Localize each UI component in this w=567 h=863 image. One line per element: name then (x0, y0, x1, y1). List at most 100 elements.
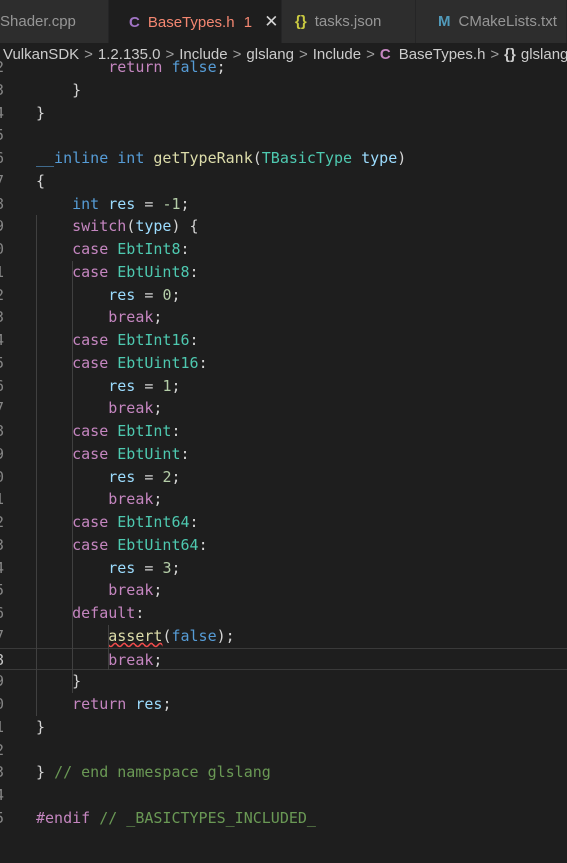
code-line[interactable]: 6 res = 1; (0, 375, 567, 398)
code-text: switch(type) { (72, 217, 199, 236)
code-line[interactable]: 6 default: (0, 602, 567, 625)
tab-bar: Shader.cpp C BaseTypes.h 1 ✕ {} tasks.json… (0, 0, 567, 43)
line-number: 9 (0, 215, 7, 238)
line-number: 2 (0, 739, 7, 762)
code-line[interactable]: 3 } (0, 79, 567, 102)
code-text: res = 0; (108, 285, 181, 304)
line-number: 1 (0, 716, 7, 739)
code-line[interactable]: 6 __inline int getTypeRank(TBasicType typ… (0, 147, 567, 170)
code-line[interactable]: 8 break; (0, 647, 567, 671)
line-number: 6 (0, 147, 7, 170)
code-text: break; (108, 399, 163, 418)
line-number: 2 (0, 511, 7, 534)
code-line[interactable]: 9 case EbtUint: (0, 443, 567, 466)
code-line[interactable]: 3} // end namespace glslang (0, 761, 567, 784)
tab-label: Shader.cpp (0, 13, 76, 30)
code-editor[interactable]: 2 return false;3 }4}56__inline int getTy… (0, 56, 567, 863)
code-text: case EbtUint: (72, 444, 190, 463)
code-text: break; (108, 490, 163, 509)
code-line[interactable]: 2 res = 0; (0, 284, 567, 307)
tab-tasks-json[interactable]: {} tasks.json (282, 0, 416, 43)
tab-label: tasks.json (314, 13, 382, 30)
code-line[interactable]: 4} (0, 102, 567, 125)
line-number: 3 (0, 306, 7, 329)
code-line[interactable]: 4 (0, 784, 567, 807)
code-line[interactable]: 2 (0, 739, 567, 762)
code-text: #endif // _BASICTYPES_INCLUDED_ (36, 808, 316, 827)
code-text: __inline int getTypeRank(TBasicType type… (36, 149, 407, 167)
line-number: 3 (0, 534, 7, 557)
code-text: case EbtInt8: (72, 240, 190, 258)
code-text: assert(false); (108, 626, 235, 645)
c-file-icon: C (129, 14, 140, 31)
line-number: 9 (0, 670, 7, 693)
code-line[interactable]: 3 break; (0, 306, 567, 329)
line-number: 0 (0, 238, 7, 261)
line-number: 1 (0, 261, 7, 284)
line-number: 4 (0, 557, 7, 580)
code-line[interactable]: 1 break; (0, 488, 567, 511)
code-line[interactable]: 4 case EbtInt16: (0, 329, 567, 352)
tab-label: BaseTypes.h (147, 14, 235, 31)
code-line[interactable]: 9 switch(type) { (0, 215, 567, 238)
indent-guide (108, 624, 110, 671)
code-text: case EbtUint8: (72, 262, 199, 281)
code-text: case EbtUint16: (72, 353, 208, 372)
code-line[interactable]: 0 res = 2; (0, 466, 567, 489)
code-text: return false; (108, 58, 226, 76)
code-line[interactable]: 8 case EbtInt: (0, 420, 567, 443)
tab-label: CMakeLists.txt (458, 13, 557, 30)
tab-cmakelists-txt[interactable]: M CMakeLists.txt (416, 0, 567, 43)
code-text: } (36, 103, 46, 122)
line-number: 3 (0, 79, 7, 102)
code-line[interactable]: 3 case EbtUint64: (0, 534, 567, 557)
problem-count-badge: 1 (243, 14, 253, 31)
code-text: break; (108, 308, 163, 327)
line-number: 1 (0, 488, 7, 511)
json-file-icon: {} (295, 13, 307, 30)
line-number: 8 (0, 193, 7, 216)
code-text: case EbtInt: (72, 422, 181, 440)
line-number: 8 (0, 420, 7, 443)
code-line[interactable]: 2 return false; (0, 56, 567, 79)
line-number: 4 (0, 329, 7, 352)
code-text: break; (108, 581, 163, 600)
close-icon[interactable]: ✕ (264, 12, 278, 31)
code-line[interactable]: 9 } (0, 670, 567, 693)
code-line[interactable]: 4 res = 3; (0, 557, 567, 580)
code-line[interactable]: 7{ (0, 170, 567, 193)
code-line[interactable]: 7 assert(false); (0, 625, 567, 648)
line-number: 4 (0, 102, 7, 125)
code-line[interactable]: 5 #endif // _BASICTYPES_INCLUDED_ (0, 807, 567, 830)
code-line[interactable]: 2 case EbtInt64: (0, 511, 567, 534)
code-line[interactable]: 5 break; (0, 579, 567, 602)
code-text: case EbtInt64: (72, 513, 199, 531)
line-number: 2 (0, 56, 7, 79)
line-number: 5 (0, 807, 7, 830)
code-line[interactable]: 0 return res; (0, 693, 567, 716)
tab-basetypes-h[interactable]: C BaseTypes.h 1 ✕ (109, 0, 282, 43)
code-text: } (36, 672, 82, 691)
code-text: { (36, 171, 46, 190)
code-line[interactable]: 1 case EbtUint8: (0, 261, 567, 284)
code-line[interactable]: 8 int res = -1; (0, 193, 567, 216)
line-number: 0 (0, 693, 7, 716)
line-number: 7 (0, 170, 7, 193)
line-number: 5 (0, 579, 7, 602)
code-line[interactable]: 1} (0, 716, 567, 739)
code-line[interactable]: 7 break; (0, 397, 567, 420)
line-number: 6 (0, 602, 7, 625)
code-text: } (36, 80, 82, 99)
code-line[interactable]: 5 case EbtUint16: (0, 352, 567, 375)
code-text: default: (72, 604, 145, 622)
line-number: 5 (0, 352, 7, 375)
code-text: return res; (72, 695, 172, 713)
code-text: int res = -1; (72, 194, 190, 213)
line-number: 2 (0, 284, 7, 307)
code-text: break; (108, 650, 163, 669)
code-line[interactable]: 0 case EbtInt8: (0, 238, 567, 261)
code-line[interactable]: 5 (0, 124, 567, 147)
code-text: case EbtUint64: (72, 535, 208, 554)
code-text: } // end namespace glslang (36, 763, 271, 782)
tab-shader-cpp[interactable]: Shader.cpp (0, 0, 109, 43)
